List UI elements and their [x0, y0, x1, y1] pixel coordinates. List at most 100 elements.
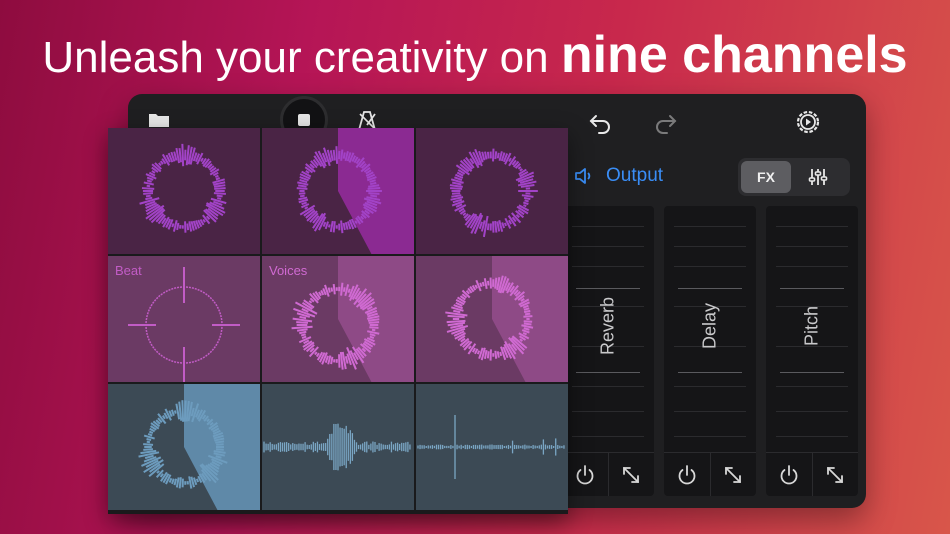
fx-tab[interactable]: FX	[741, 161, 791, 193]
wave-bar	[147, 433, 153, 437]
wave-bar	[150, 343, 153, 347]
wave-bar	[522, 201, 529, 206]
fader-marker	[678, 288, 742, 289]
wave-bar	[474, 284, 478, 289]
pad-2[interactable]	[262, 128, 414, 254]
pad-5[interactable]: Voices	[262, 256, 414, 382]
wave-bar	[147, 338, 150, 341]
expand-icon	[623, 466, 640, 483]
wave-bar	[200, 357, 203, 360]
undo-icon[interactable]	[588, 110, 612, 134]
fader-line	[674, 226, 746, 227]
wave-bar	[172, 220, 178, 232]
wave-bar	[178, 477, 182, 489]
wave-bar	[446, 319, 466, 324]
expand-button[interactable]	[607, 453, 655, 496]
fader-line	[776, 226, 848, 227]
wave-bar	[296, 328, 308, 332]
power-button[interactable]	[664, 453, 710, 496]
fx-channel-reverb[interactable]: Reverb	[562, 206, 654, 496]
wave-bar	[215, 448, 224, 451]
power-button[interactable]	[562, 453, 608, 496]
pad-6[interactable]	[416, 256, 568, 382]
wave-bar	[217, 197, 222, 200]
wave-bar	[216, 341, 219, 344]
wave-bar	[305, 170, 310, 174]
wave-bar	[171, 223, 175, 228]
wave-bar	[347, 288, 351, 293]
wave-bar	[215, 343, 218, 347]
wave-bar	[300, 333, 306, 337]
pad-9[interactable]	[416, 384, 568, 510]
wave-bar	[299, 194, 305, 198]
wave-bar	[207, 352, 210, 356]
wave-bar	[218, 309, 221, 312]
wave-bar	[213, 184, 226, 188]
wave-bar	[173, 410, 177, 414]
pad-4[interactable]: Beat	[108, 256, 260, 382]
wave-bar	[296, 321, 309, 324]
pad-7[interactable]	[108, 384, 260, 510]
expand-button[interactable]	[709, 453, 757, 496]
wave-bar	[342, 152, 346, 159]
wave-bar	[150, 303, 153, 307]
wave-bar	[298, 196, 308, 201]
fader-line	[674, 386, 746, 387]
waveform	[139, 143, 227, 233]
wave-bar	[209, 296, 213, 300]
wave-bar	[479, 282, 483, 288]
wave-bar	[314, 351, 318, 356]
playhead-sector	[492, 256, 568, 382]
speaker-icon	[575, 168, 591, 184]
wave-bar	[214, 187, 226, 190]
wave-bar	[213, 192, 226, 195]
wave-bar	[322, 221, 327, 228]
wave-bar	[175, 477, 180, 488]
wave-bar	[298, 184, 307, 188]
wave-bar	[501, 222, 505, 229]
fader-line	[572, 436, 644, 437]
fader-marker	[678, 372, 742, 373]
power-button[interactable]	[766, 453, 812, 496]
fader-line	[674, 436, 746, 437]
wave-bar	[215, 303, 218, 307]
wave-bar	[192, 477, 198, 486]
expand-button[interactable]	[811, 453, 859, 496]
mixer-tab[interactable]	[791, 161, 845, 193]
fader-line	[572, 246, 644, 247]
wave-bar	[447, 314, 465, 319]
wave-bar	[450, 187, 463, 190]
wave-bar	[158, 294, 161, 298]
output-label[interactable]: Output	[606, 165, 663, 187]
wave-bar	[158, 352, 161, 356]
wave-bar	[170, 409, 175, 417]
fx-channel-delay[interactable]: Delay	[664, 206, 756, 496]
wave-bar	[494, 220, 498, 233]
folder-icon[interactable]	[148, 112, 170, 128]
fx-channel-pitch[interactable]: Pitch	[766, 206, 858, 496]
wave-bar	[503, 222, 508, 227]
wave-bar	[451, 192, 461, 195]
wave-bar	[218, 338, 221, 341]
wave-bar	[152, 346, 155, 349]
wave-bar	[159, 160, 164, 165]
wave-bar	[486, 151, 490, 159]
settings-icon[interactable]	[794, 108, 822, 136]
wave-bar	[344, 222, 349, 230]
fader-line	[776, 436, 848, 437]
pad-3[interactable]	[416, 128, 568, 254]
wave-bar	[143, 434, 155, 440]
wave-bar	[145, 194, 151, 198]
wave-bar	[197, 288, 200, 291]
wave-bar	[178, 148, 182, 163]
pad-1[interactable]	[108, 128, 260, 254]
wave-bar	[181, 400, 185, 422]
wave-bar	[329, 150, 334, 161]
pad-label: Voices	[269, 263, 308, 278]
wave-bar	[342, 222, 346, 231]
wave-bar	[517, 166, 522, 170]
fx-footer	[664, 452, 756, 496]
pad-8[interactable]	[262, 384, 414, 510]
fader-marker	[576, 372, 640, 373]
redo-icon[interactable]	[654, 110, 678, 134]
